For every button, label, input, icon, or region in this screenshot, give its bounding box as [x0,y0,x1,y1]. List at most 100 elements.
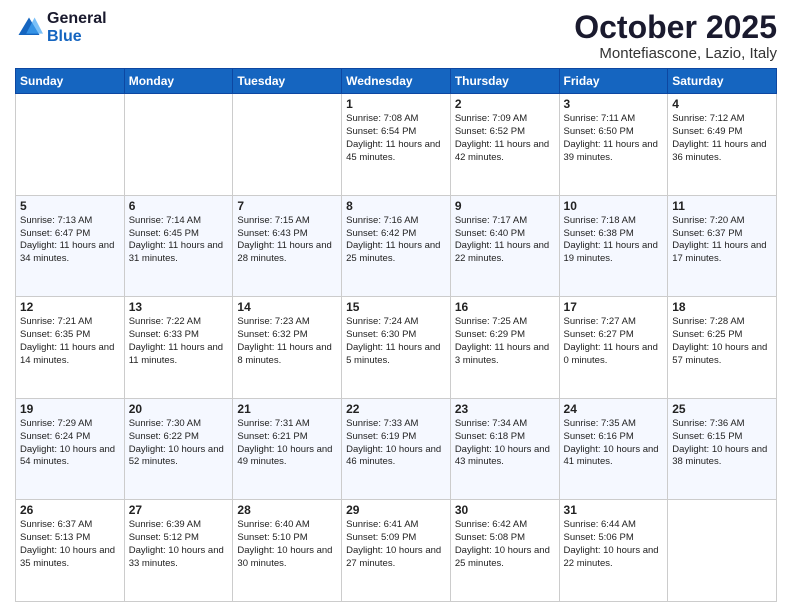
day-number: 14 [237,300,337,314]
day-number: 20 [129,402,229,416]
calendar-cell-3-6: 17Sunrise: 7:27 AM Sunset: 6:27 PM Dayli… [559,297,668,399]
day-number: 23 [455,402,555,416]
cell-info: Sunrise: 6:39 AM Sunset: 5:12 PM Dayligh… [129,519,229,570]
col-thursday: Thursday [450,69,559,94]
day-number: 8 [346,199,446,213]
calendar-cell-1-6: 3Sunrise: 7:11 AM Sunset: 6:50 PM Daylig… [559,94,668,196]
cell-info: Sunrise: 7:21 AM Sunset: 6:35 PM Dayligh… [20,316,120,367]
calendar-cell-5-1: 26Sunrise: 6:37 AM Sunset: 5:13 PM Dayli… [16,500,125,602]
calendar-cell-5-7 [668,500,777,602]
month-title: October 2025 [574,10,777,45]
day-number: 24 [564,402,664,416]
col-friday: Friday [559,69,668,94]
calendar-week-1: 1 Sunrise: 7:08 AM Sunset: 6:54 PM Daylig… [16,94,777,196]
page: General Blue October 2025 Montefiascone,… [0,0,792,612]
day-number: 17 [564,300,664,314]
day-number: 26 [20,503,120,517]
cell-info: Sunrise: 7:16 AM Sunset: 6:42 PM Dayligh… [346,215,446,266]
day-number: 18 [672,300,772,314]
cell-info: Sunrise: 6:42 AM Sunset: 5:08 PM Dayligh… [455,519,555,570]
calendar-table: Sunday Monday Tuesday Wednesday Thursday… [15,68,777,602]
title-section: October 2025 Montefiascone, Lazio, Italy [574,10,777,62]
calendar-cell-1-7: 4 Sunrise: 7:12 AM Sunset: 6:49 PM Daylig… [668,94,777,196]
calendar-cell-5-4: 29 Sunrise: 6:41 AM Sunset: 5:09 PM Dayli… [342,500,451,602]
day-number: 21 [237,402,337,416]
day-number: 30 [455,503,555,517]
calendar-cell-4-4: 22 Sunrise: 7:33 AM Sunset: 6:19 PM Dayli… [342,398,451,500]
cell-info: Sunrise: 7:33 AM Sunset: 6:19 PM Dayligh… [346,418,446,469]
calendar-cell-2-4: 8 Sunrise: 7:16 AM Sunset: 6:42 PM Daylig… [342,195,451,297]
calendar-cell-2-2: 6 Sunrise: 7:14 AM Sunset: 6:45 PM Daylig… [124,195,233,297]
col-wednesday: Wednesday [342,69,451,94]
cell-info: Sunrise: 7:20 AM Sunset: 6:37 PM Dayligh… [672,215,772,266]
cell-info: Sunrise: 7:13 AM Sunset: 6:47 PM Dayligh… [20,215,120,266]
calendar-header-row: Sunday Monday Tuesday Wednesday Thursday… [16,69,777,94]
logo-icon [15,14,43,42]
day-number: 16 [455,300,555,314]
col-monday: Monday [124,69,233,94]
day-number: 9 [455,199,555,213]
cell-info: Sunrise: 7:08 AM Sunset: 6:54 PM Dayligh… [346,113,446,164]
calendar-week-5: 26Sunrise: 6:37 AM Sunset: 5:13 PM Dayli… [16,500,777,602]
cell-info: Sunrise: 7:18 AM Sunset: 6:38 PM Dayligh… [564,215,664,266]
calendar-cell-2-1: 5 Sunrise: 7:13 AM Sunset: 6:47 PM Daylig… [16,195,125,297]
day-number: 19 [20,402,120,416]
calendar-cell-5-5: 30 Sunrise: 6:42 AM Sunset: 5:08 PM Dayli… [450,500,559,602]
day-number: 5 [20,199,120,213]
day-number: 7 [237,199,337,213]
day-number: 13 [129,300,229,314]
calendar-cell-4-7: 25 Sunrise: 7:36 AM Sunset: 6:15 PM Dayli… [668,398,777,500]
calendar-cell-5-2: 27 Sunrise: 6:39 AM Sunset: 5:12 PM Dayli… [124,500,233,602]
logo-text: General Blue [47,10,107,45]
calendar-cell-4-2: 20Sunrise: 7:30 AM Sunset: 6:22 PM Dayli… [124,398,233,500]
day-number: 27 [129,503,229,517]
logo: General Blue [15,10,107,45]
calendar-cell-3-1: 12 Sunrise: 7:21 AM Sunset: 6:35 PM Dayli… [16,297,125,399]
calendar-cell-4-3: 21Sunrise: 7:31 AM Sunset: 6:21 PM Dayli… [233,398,342,500]
cell-info: Sunrise: 7:15 AM Sunset: 6:43 PM Dayligh… [237,215,337,266]
cell-info: Sunrise: 7:36 AM Sunset: 6:15 PM Dayligh… [672,418,772,469]
calendar-cell-1-1 [16,94,125,196]
calendar-cell-1-3 [233,94,342,196]
cell-info: Sunrise: 7:11 AM Sunset: 6:50 PM Dayligh… [564,113,664,164]
cell-info: Sunrise: 7:34 AM Sunset: 6:18 PM Dayligh… [455,418,555,469]
cell-info: Sunrise: 7:35 AM Sunset: 6:16 PM Dayligh… [564,418,664,469]
cell-info: Sunrise: 7:14 AM Sunset: 6:45 PM Dayligh… [129,215,229,266]
col-sunday: Sunday [16,69,125,94]
day-number: 31 [564,503,664,517]
cell-info: Sunrise: 7:09 AM Sunset: 6:52 PM Dayligh… [455,113,555,164]
cell-info: Sunrise: 7:23 AM Sunset: 6:32 PM Dayligh… [237,316,337,367]
cell-info: Sunrise: 7:24 AM Sunset: 6:30 PM Dayligh… [346,316,446,367]
day-number: 29 [346,503,446,517]
calendar-week-2: 5 Sunrise: 7:13 AM Sunset: 6:47 PM Daylig… [16,195,777,297]
cell-info: Sunrise: 7:25 AM Sunset: 6:29 PM Dayligh… [455,316,555,367]
cell-info: Sunrise: 7:29 AM Sunset: 6:24 PM Dayligh… [20,418,120,469]
day-number: 12 [20,300,120,314]
day-number: 1 [346,97,446,111]
calendar-cell-5-6: 31 Sunrise: 6:44 AM Sunset: 5:06 PM Dayli… [559,500,668,602]
day-number: 4 [672,97,772,111]
calendar-cell-4-6: 24 Sunrise: 7:35 AM Sunset: 6:16 PM Dayli… [559,398,668,500]
day-number: 25 [672,402,772,416]
col-tuesday: Tuesday [233,69,342,94]
day-number: 10 [564,199,664,213]
calendar-cell-1-4: 1 Sunrise: 7:08 AM Sunset: 6:54 PM Daylig… [342,94,451,196]
cell-info: Sunrise: 7:17 AM Sunset: 6:40 PM Dayligh… [455,215,555,266]
day-number: 28 [237,503,337,517]
calendar-cell-3-3: 14 Sunrise: 7:23 AM Sunset: 6:32 PM Dayli… [233,297,342,399]
day-number: 6 [129,199,229,213]
calendar-week-3: 12 Sunrise: 7:21 AM Sunset: 6:35 PM Dayli… [16,297,777,399]
cell-info: Sunrise: 6:44 AM Sunset: 5:06 PM Dayligh… [564,519,664,570]
cell-info: Sunrise: 6:41 AM Sunset: 5:09 PM Dayligh… [346,519,446,570]
day-number: 15 [346,300,446,314]
calendar-cell-2-5: 9 Sunrise: 7:17 AM Sunset: 6:40 PM Daylig… [450,195,559,297]
day-number: 11 [672,199,772,213]
header: General Blue October 2025 Montefiascone,… [15,10,777,62]
calendar-cell-4-5: 23 Sunrise: 7:34 AM Sunset: 6:18 PM Dayli… [450,398,559,500]
cell-info: Sunrise: 7:12 AM Sunset: 6:49 PM Dayligh… [672,113,772,164]
day-number: 22 [346,402,446,416]
calendar-cell-3-5: 16 Sunrise: 7:25 AM Sunset: 6:29 PM Dayli… [450,297,559,399]
col-saturday: Saturday [668,69,777,94]
cell-info: Sunrise: 7:22 AM Sunset: 6:33 PM Dayligh… [129,316,229,367]
calendar-cell-2-3: 7 Sunrise: 7:15 AM Sunset: 6:43 PM Daylig… [233,195,342,297]
